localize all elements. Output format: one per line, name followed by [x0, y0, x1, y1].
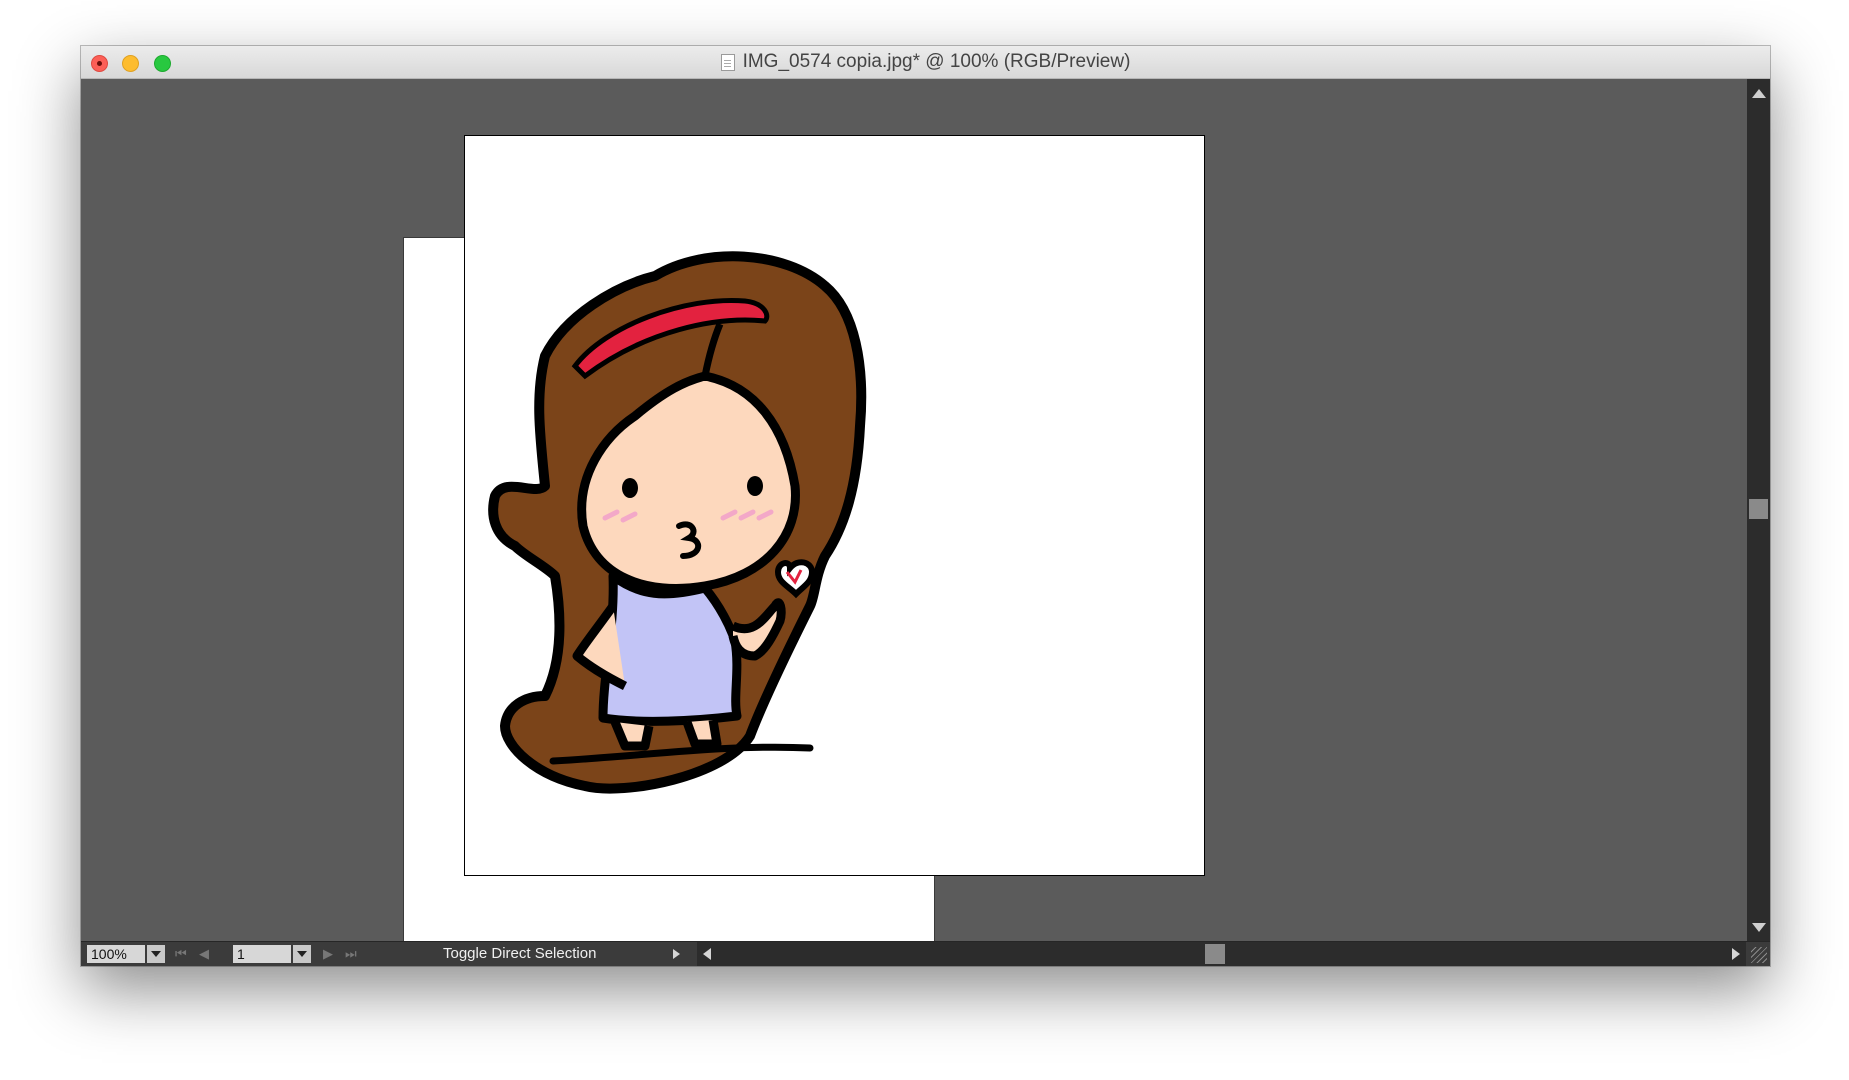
status-bar: 100% ⏮ ◀ 1 ▶ ⏭ Toggle Direct Selection: [81, 941, 1770, 966]
zoom-level-field[interactable]: 100%: [87, 945, 145, 963]
app-window: IMG_0574 copia.jpg* @ 100% (RGB/Preview): [81, 46, 1770, 966]
window-title-text: IMG_0574 copia.jpg* @ 100% (RGB/Preview): [742, 51, 1131, 72]
scroll-down-arrow-icon[interactable]: [1752, 923, 1766, 932]
last-page-icon[interactable]: ⏭: [345, 945, 357, 963]
girl-illustration[interactable]: [465, 136, 1204, 875]
vertical-scroll-thumb[interactable]: [1749, 499, 1768, 519]
artboard[interactable]: [464, 135, 1205, 876]
page-dropdown-button[interactable]: [293, 945, 311, 963]
left-eye: [622, 478, 638, 498]
right-eye: [747, 476, 763, 496]
window-title: IMG_0574 copia.jpg* @ 100% (RGB/Preview): [81, 46, 1770, 78]
zoom-dropdown-button[interactable]: [147, 945, 165, 963]
scroll-right-arrow-icon[interactable]: [1732, 948, 1740, 960]
status-menu-arrow-icon[interactable]: [673, 949, 680, 959]
horizontal-scrollbar[interactable]: [697, 942, 1746, 966]
dress: [598, 571, 742, 726]
horizontal-scroll-thumb[interactable]: [1205, 944, 1225, 964]
vertical-scrollbar[interactable]: [1747, 79, 1770, 942]
page-number-field[interactable]: 1: [233, 945, 291, 963]
document-icon: [720, 53, 735, 71]
scroll-left-arrow-icon[interactable]: [703, 948, 711, 960]
first-page-icon[interactable]: ⏮: [175, 945, 187, 963]
scroll-up-arrow-icon[interactable]: [1752, 89, 1766, 98]
previous-page-icon[interactable]: ◀: [199, 945, 209, 963]
current-tool-label[interactable]: Toggle Direct Selection: [443, 945, 596, 963]
canvas-area[interactable]: [81, 79, 1747, 942]
next-page-icon[interactable]: ▶: [323, 945, 333, 963]
resize-grip-icon[interactable]: [1751, 947, 1767, 963]
title-bar[interactable]: IMG_0574 copia.jpg* @ 100% (RGB/Preview): [81, 46, 1770, 79]
